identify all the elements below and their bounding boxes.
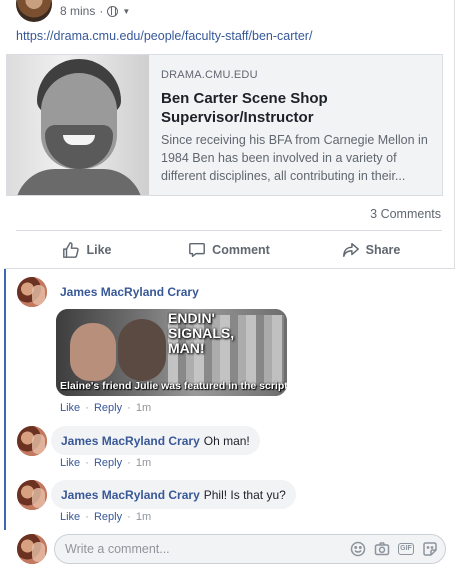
meme-top-text: ENDIN' SIGNALS, MAN! — [168, 310, 235, 356]
comment-like-link[interactable]: Like — [60, 402, 80, 414]
comment-reply-link[interactable]: Reply — [94, 457, 122, 469]
my-avatar[interactable] — [17, 534, 47, 564]
comment-time[interactable]: 1m — [136, 511, 151, 523]
comment-bubble: James MacRyland Crary Oh man! — [51, 426, 260, 455]
post-time[interactable]: 8 mins — [60, 4, 95, 18]
thumbs-up-icon — [63, 242, 80, 258]
share-button-label: Share — [365, 243, 401, 257]
speech-bubble-icon — [189, 242, 206, 258]
comment-text: Phil! Is that yu? — [203, 487, 286, 502]
action-bar: Like Comment Share — [16, 232, 442, 268]
comment-like-link[interactable]: Like — [60, 511, 80, 523]
comment-reply-link[interactable]: Reply — [94, 402, 122, 414]
comment-author[interactable]: James MacRyland Crary — [61, 434, 200, 448]
emoji-icon[interactable] — [350, 541, 366, 557]
meme-caption: Elaine's friend Julie was featured in th… — [60, 380, 287, 392]
comment-actions: Like · Reply · 1m — [60, 511, 152, 523]
comment-button-label: Comment — [212, 243, 270, 257]
share-arrow-icon — [342, 242, 359, 258]
divider — [16, 230, 442, 231]
globe-icon[interactable] — [107, 5, 119, 17]
camera-icon[interactable] — [374, 541, 390, 557]
comment-time[interactable]: 1m — [136, 402, 151, 414]
comment-count[interactable]: 3 Comments — [370, 207, 441, 221]
gif-icon[interactable]: GIF — [398, 541, 414, 557]
comment-time[interactable]: 1m — [136, 457, 151, 469]
link-domain: DRAMA.CMU.EDU — [161, 69, 258, 81]
link-description: Since receiving his BFA from Carnegie Me… — [161, 133, 428, 183]
link-preview-card[interactable]: DRAMA.CMU.EDU Ben Carter Scene Shop Supe… — [6, 54, 443, 196]
link-preview-image[interactable] — [7, 55, 149, 195]
link-title[interactable]: Ben Carter Scene Shop Supervisor/Instruc… — [161, 89, 432, 127]
comment-bubble: James MacRyland Crary Phil! Is that yu? — [51, 480, 296, 509]
comment-text: Oh man! — [203, 433, 250, 448]
post-card: 8 mins · ▼ https://drama.cmu.edu/people/… — [0, 0, 455, 567]
comment-reply-link[interactable]: Reply — [94, 511, 122, 523]
poster-avatar[interactable] — [16, 0, 52, 22]
commenter-avatar[interactable] — [17, 277, 47, 307]
comment-author[interactable]: James MacRyland Crary — [61, 488, 200, 502]
comment-meme-image[interactable]: ENDIN' SIGNALS, MAN! Elaine's friend Jul… — [56, 309, 287, 396]
commenter-avatar[interactable] — [17, 480, 47, 510]
link-preview-text: DRAMA.CMU.EDU Ben Carter Scene Shop Supe… — [149, 55, 442, 195]
chevron-down-icon[interactable]: ▼ — [122, 7, 130, 16]
post-meta: 8 mins · ▼ — [60, 4, 131, 18]
comments-section: James MacRyland Crary ENDIN' SIGNALS, MA… — [4, 268, 455, 567]
sticker-icon[interactable] — [422, 541, 438, 557]
post-url-link[interactable]: https://drama.cmu.edu/people/faculty-sta… — [16, 29, 312, 43]
comment-actions: Like · Reply · 1m — [60, 402, 152, 414]
comment-like-link[interactable]: Like — [60, 457, 80, 469]
share-button[interactable]: Share — [300, 232, 442, 268]
comment-actions: Like · Reply · 1m — [60, 457, 152, 469]
comment-button[interactable]: Comment — [158, 232, 300, 268]
composer-icons: GIF — [350, 541, 438, 557]
like-button-label: Like — [86, 243, 112, 257]
like-button[interactable]: Like — [16, 232, 158, 268]
commenter-avatar[interactable] — [17, 426, 47, 456]
comment-author[interactable]: James MacRyland Crary — [60, 285, 199, 299]
comment-composer: GIF — [16, 533, 446, 565]
